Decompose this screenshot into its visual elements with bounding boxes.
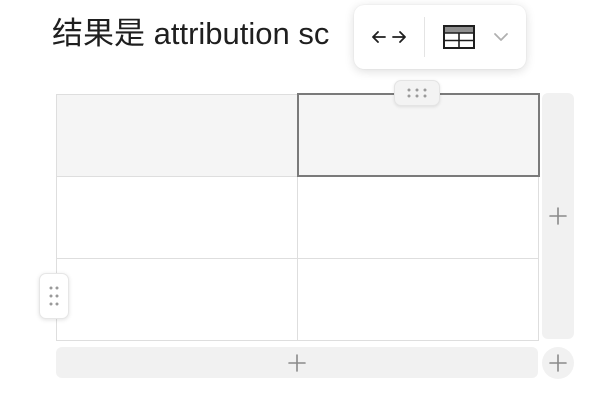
table-cell[interactable] (56, 175, 298, 259)
resize-width-button[interactable] (354, 15, 424, 59)
data-table (56, 93, 540, 341)
add-row-column-button[interactable] (542, 347, 574, 379)
table-layout-icon (442, 25, 475, 49)
table-row (56, 93, 540, 177)
chevron-down-icon (493, 33, 508, 41)
table-cell[interactable] (56, 257, 298, 341)
plus-icon (549, 207, 567, 225)
drag-handle-vertical-icon (49, 286, 59, 306)
table-cell[interactable] (297, 257, 539, 341)
horizontal-resize-icon (372, 31, 406, 43)
column-drag-handle[interactable] (394, 80, 440, 106)
document-text[interactable]: 结果是 attribution sc (52, 14, 329, 54)
table-header-cell[interactable] (56, 93, 298, 177)
row-drag-handle[interactable] (39, 273, 69, 319)
table-layout-button[interactable] (425, 15, 526, 59)
table-header-cell-selected[interactable] (296, 93, 540, 177)
add-column-button[interactable] (542, 93, 574, 339)
table-cell[interactable] (297, 175, 539, 259)
add-row-button[interactable] (56, 347, 538, 378)
drag-handle-horizontal-icon (407, 88, 427, 98)
table-row (56, 257, 539, 341)
editor-page: 结果是 attribution sc (0, 0, 596, 402)
plus-icon (288, 353, 306, 372)
table-row (56, 175, 539, 259)
table-toolbar (354, 5, 526, 69)
plus-icon (549, 354, 567, 372)
